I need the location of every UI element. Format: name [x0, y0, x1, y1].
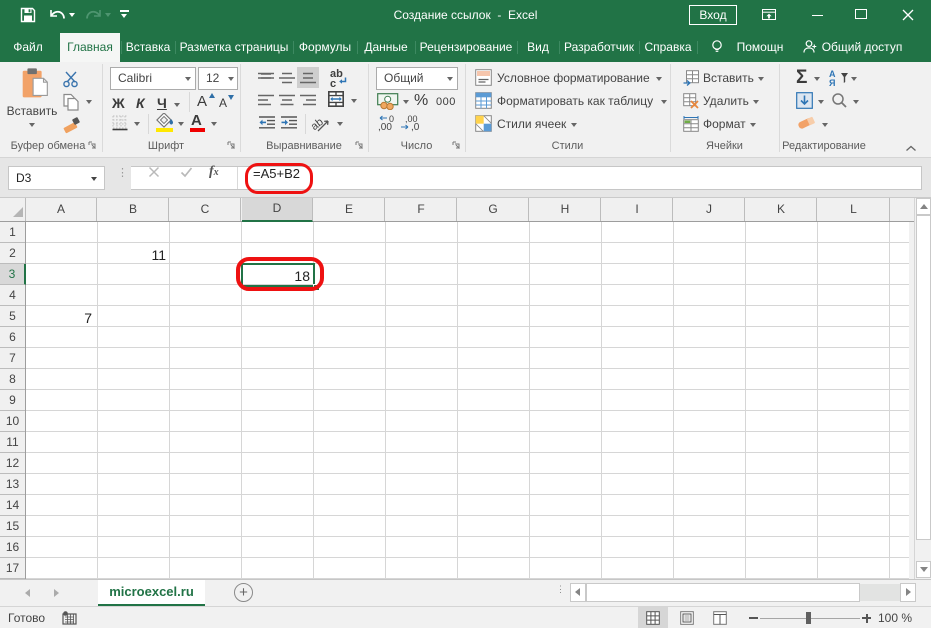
svg-text:c: c	[330, 78, 336, 87]
svg-text:,00: ,00	[378, 122, 392, 132]
svg-text:,0: ,0	[411, 122, 420, 132]
svg-text:Я: Я	[829, 78, 835, 87]
